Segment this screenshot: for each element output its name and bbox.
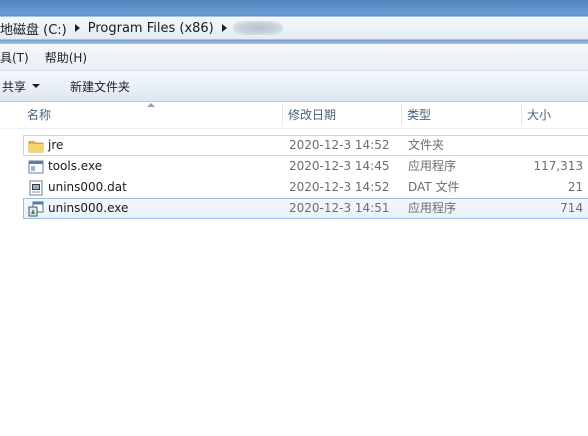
file-size: 21 KB: [567, 180, 588, 194]
file-type: 文件夹: [408, 138, 445, 152]
file-name: unins000.dat: [48, 180, 127, 194]
breadcrumb-arrow-icon[interactable]: [221, 24, 227, 32]
column-header-bar: 名称 修改日期 类型 大小: [0, 102, 588, 129]
column-header-name[interactable]: 名称: [21, 102, 282, 128]
installer-exe-icon: [28, 201, 44, 217]
menu-bar: 具(T) 帮助(H): [0, 44, 588, 71]
share-button-label: 共享: [2, 79, 27, 94]
file-size: 714 KB: [560, 201, 588, 215]
share-button[interactable]: 共享: [2, 78, 41, 95]
file-date: 2020-12-3 14:51: [289, 201, 390, 215]
breadcrumb-local-disk[interactable]: 地磁盘 (C:): [0, 19, 67, 38]
file-type: 应用程序: [408, 159, 457, 173]
exe-window-icon: [28, 160, 44, 174]
file-date: 2020-12-3 14:45: [289, 159, 390, 173]
file-row[interactable]: unins000.dat 2020-12-3 14:52 DAT 文件 21 K…: [23, 177, 588, 198]
window-title-strip: [0, 0, 588, 14]
dat-file-icon: [29, 180, 43, 196]
column-header-date[interactable]: 修改日期: [282, 102, 401, 128]
file-row[interactable]: unins000.exe 2020-12-3 14:51 应用程序 714 KB: [23, 198, 588, 219]
breadcrumb-program-files[interactable]: Program Files (x86): [88, 21, 214, 36]
file-date: 2020-12-3 14:52: [289, 138, 390, 152]
column-header-type[interactable]: 类型: [401, 102, 521, 128]
file-name: jre: [48, 138, 64, 152]
file-size: [518, 136, 588, 155]
address-bar[interactable]: 地磁盘 (C:) Program Files (x86): [0, 16, 588, 40]
file-row[interactable]: tools.exe 2020-12-3 14:45 应用程序 117,313 K…: [23, 156, 588, 177]
file-date: 2020-12-3 14:52: [289, 180, 390, 194]
chevron-down-icon: [32, 84, 41, 88]
file-row[interactable]: jre 2020-12-3 14:52 文件夹: [23, 135, 588, 156]
redacted-breadcrumb: [232, 21, 283, 35]
file-name: tools.exe: [48, 159, 103, 173]
breadcrumb-arrow-icon[interactable]: [74, 24, 80, 32]
command-bar: 共享 新建文件夹: [0, 71, 588, 102]
menu-tools[interactable]: 具(T): [0, 49, 29, 66]
address-bar-frame: 地磁盘 (C:) Program Files (x86): [0, 14, 588, 42]
new-folder-button[interactable]: 新建文件夹: [70, 78, 130, 95]
file-type: DAT 文件: [408, 180, 460, 194]
menu-help[interactable]: 帮助(H): [45, 49, 87, 66]
folder-icon: [28, 141, 44, 153]
file-size: 117,313 KB: [533, 159, 588, 173]
file-name: unins000.exe: [48, 201, 129, 215]
file-type: 应用程序: [408, 201, 457, 215]
column-header-size[interactable]: 大小: [521, 102, 588, 128]
